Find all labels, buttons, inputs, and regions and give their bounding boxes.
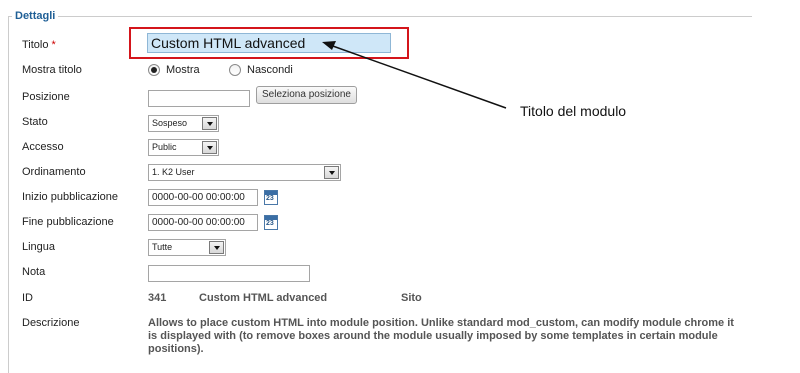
fine-pubblicazione-label: Fine pubblicazione [22,216,114,228]
chevron-down-icon [202,141,217,154]
stato-value: Sospeso [152,118,188,128]
accesso-select[interactable]: Public [148,139,219,156]
posizione-label: Posizione [22,91,70,103]
posizione-input[interactable] [148,90,250,107]
nota-input[interactable] [148,265,310,282]
chevron-down-icon [324,166,339,179]
radio-mostra[interactable] [148,64,160,76]
accesso-label: Accesso [22,141,64,153]
chevron-down-icon [202,117,217,130]
inizio-pubblicazione-label: Inizio pubblicazione [22,191,119,203]
inizio-pubblicazione-input[interactable]: 0000-00-00 00:00:00 [148,189,258,206]
descrizione-text: Allows to place custom HTML into module … [148,317,734,355]
stato-select[interactable]: Sospeso [148,115,219,132]
module-name-value: Custom HTML advanced [199,292,328,304]
lingua-value: Tutte [152,242,173,252]
ordinamento-label: Ordinamento [22,166,86,178]
radio-nascondi[interactable] [229,64,241,76]
lingua-select[interactable]: Tutte [148,239,226,256]
id-value: 341 [148,292,167,304]
chevron-down-icon [209,241,224,254]
stato-label: Stato [22,116,48,128]
client-value: Sito [401,292,422,304]
callout-label: Titolo del modulo [520,103,627,119]
seleziona-posizione-button[interactable]: Seleziona posizione [256,86,357,104]
radio-mostra-label: Mostra [166,64,200,76]
accesso-value: Public [152,142,177,152]
fine-pubblicazione-input[interactable]: 0000-00-00 00:00:00 [148,214,258,231]
nota-label: Nota [22,266,46,278]
calendar-icon[interactable]: 23 [264,215,278,230]
descrizione-label: Descrizione [22,317,80,329]
radio-nascondi-label: Nascondi [247,64,293,76]
lingua-label: Lingua [22,241,56,253]
mostra-titolo-label: Mostra titolo [22,64,82,76]
id-label: ID [22,292,33,304]
calendar-icon[interactable]: 23 [264,190,278,205]
ordinamento-value: 1. K2 User [152,167,195,177]
ordinamento-select[interactable]: 1. K2 User [148,164,341,181]
